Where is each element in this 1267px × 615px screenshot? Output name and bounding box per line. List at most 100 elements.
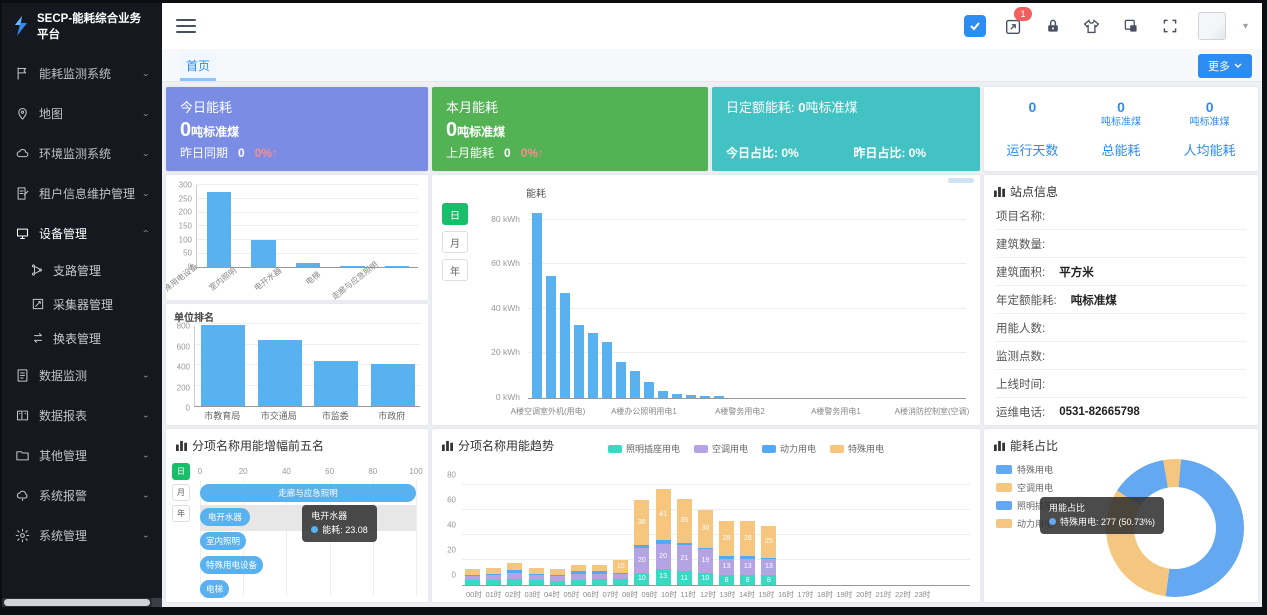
bar-segment: 8 [719, 575, 734, 585]
axis-tick-label: 250 [166, 194, 192, 203]
sidebar-item-5[interactable]: 数据监测⌄ [2, 355, 162, 395]
bar-segment: 13 [761, 559, 776, 575]
sidebar-item-0[interactable]: 能耗监测系统⌄ [2, 53, 162, 93]
theme-select-icon[interactable] [964, 15, 986, 37]
toggle-月[interactable]: 月 [172, 484, 190, 501]
bar [616, 362, 626, 398]
panel-title: 站点信息 [984, 175, 1258, 202]
skin-theme-icon[interactable] [1081, 15, 1103, 37]
sidebar-scrollbar[interactable] [2, 598, 162, 607]
bar [672, 394, 682, 398]
sidebar-subitem-1[interactable]: 采集器管理 [2, 287, 162, 321]
sidebar-item-9[interactable]: 系统管理⌄ [2, 515, 162, 555]
site-info-label: 运维电话: [996, 404, 1045, 420]
growth-top5-chart-card: 分项名称用能增幅前五名日月年020406080100走廊与应急照明电开水器室内照… [166, 429, 428, 602]
axis-category-label: 22时 [895, 589, 911, 600]
axis-tick-label: 100 [166, 235, 192, 244]
sidebar-subitem-2[interactable]: 换表管理 [2, 321, 162, 355]
menu-toggle-icon[interactable] [176, 15, 196, 37]
axis-tick-label: 60 kWh [432, 258, 520, 268]
site-info-value: 吨标准煤 [1071, 292, 1117, 308]
plot-area [194, 326, 420, 407]
bar [258, 340, 302, 406]
site-info-row: 项目名称: [996, 202, 1246, 230]
axis-category-label: A楼空调室外机(用电) [498, 406, 598, 417]
avatar[interactable] [1198, 12, 1226, 40]
lock-icon[interactable] [1042, 15, 1064, 37]
legend-item-1[interactable]: 空调用电 [996, 481, 1071, 494]
sidebar-item-4[interactable]: 设备管理⌃ [2, 213, 162, 253]
bar [201, 325, 245, 406]
sidebar-item-7[interactable]: 其他管理⌄ [2, 435, 162, 475]
axis-tick-label: 40 [432, 521, 456, 530]
legend-chip [694, 445, 708, 453]
panel-title-text: 分项名称用能趋势 [458, 437, 554, 454]
scrollbar-arrow[interactable] [152, 598, 162, 607]
axis-category-label: 18时 [817, 589, 833, 600]
stat-value: 0 [1028, 99, 1036, 115]
toggle-月[interactable]: 月 [442, 231, 468, 253]
bar-segment [507, 563, 522, 571]
axis-category-label: 02时 [505, 589, 521, 600]
site-info-row: 监测点数: [996, 342, 1246, 370]
user-menu-caret-icon[interactable]: ▾ [1243, 21, 1248, 32]
more-button[interactable]: 更多 [1198, 54, 1252, 78]
quota-label: 日定额能耗: [726, 100, 795, 115]
toggle-年[interactable]: 年 [172, 505, 190, 522]
sidebar-item-3[interactable]: 租户信息维护管理⌄ [2, 173, 162, 213]
legend-label: 照明插座用电 [626, 442, 680, 455]
tab-bar: 首页 更多 [162, 49, 1262, 82]
sidebar-item-6[interactable]: 数据报表⌄ [2, 395, 162, 435]
chevron-down-icon: ⌄ [142, 148, 151, 158]
energy-pie-chart-card: 能耗占比特殊用电空调用电照明插座用电动力用电用能占比特殊用电: 277 (50.… [984, 429, 1258, 602]
chevron-down-icon: ⌄ [142, 490, 151, 500]
sidebar-item-8[interactable]: 系统报警⌄ [2, 475, 162, 515]
axis-tick-label: 20 [432, 546, 456, 555]
toggle-日[interactable]: 日 [172, 463, 190, 480]
scrollbar-thumb[interactable] [4, 599, 150, 606]
compare-label: 昨日同期 [180, 144, 228, 161]
chart-energy: 日月年能耗80 kWh60 kWh40 kWh20 kWh0 kWhA楼空调室外… [432, 175, 980, 425]
axis-category-label: 03时 [525, 589, 541, 600]
axis-tick-label: 200 [166, 383, 190, 392]
main-area: 1 ▾ 首页 更多 [162, 3, 1262, 607]
site-info-label: 年定额能耗: [996, 292, 1057, 308]
legend-item-0[interactable]: 照明插座用电 [608, 442, 680, 455]
bar: 电梯 [200, 580, 229, 598]
axis-category-label: 21时 [876, 589, 892, 600]
axis-category-label: 20时 [856, 589, 872, 600]
subitem-energy-chart-card: 300250200150100500特殊用电设备室内照明电开水器电梯走廊与应急照… [166, 175, 428, 300]
stacked-bar [592, 565, 607, 585]
axis-category-label: 14时 [739, 589, 755, 600]
copy-layers-icon[interactable] [1120, 15, 1142, 37]
axis-category-label: 15时 [759, 589, 775, 600]
axis-category-label: 市政府 [364, 409, 421, 422]
sidebar-item-label: 系统管理 [39, 527, 142, 544]
axis-category-label: 电开水器 [252, 265, 284, 293]
legend-label: 特殊用电 [1017, 463, 1053, 476]
bar [602, 342, 612, 398]
sidebar-subitem-0[interactable]: 支路管理 [2, 253, 162, 287]
grid-line [462, 509, 970, 510]
bar [251, 240, 275, 267]
bar-segment [507, 579, 522, 585]
axis-category-label: 08时 [622, 589, 638, 600]
tab-home[interactable]: 首页 [180, 52, 216, 81]
legend-item-2[interactable]: 动力用电 [762, 442, 816, 455]
chevron-down-icon: ⌄ [142, 68, 151, 78]
logo-icon [12, 16, 30, 36]
sidebar-item-1[interactable]: 地图⌄ [2, 93, 162, 133]
sidebar-item-2[interactable]: 环境监测系统⌄ [2, 133, 162, 173]
fullscreen-icon[interactable] [1159, 15, 1181, 37]
device-icon [14, 225, 30, 241]
axis-category-label: 17时 [798, 589, 814, 600]
bar [714, 396, 724, 398]
legend-item-1[interactable]: 空调用电 [694, 442, 748, 455]
app-logo[interactable]: SECP-能耗综合业务平台 [2, 3, 162, 49]
branch-icon [30, 263, 45, 278]
legend-item-0[interactable]: 特殊用电 [996, 463, 1071, 476]
axis-category-label: 室内照明 [207, 265, 239, 293]
notification-icon[interactable]: 1 [1003, 15, 1025, 37]
scrollbar-thumb[interactable] [948, 178, 974, 183]
legend-item-3[interactable]: 特殊用电 [830, 442, 884, 455]
